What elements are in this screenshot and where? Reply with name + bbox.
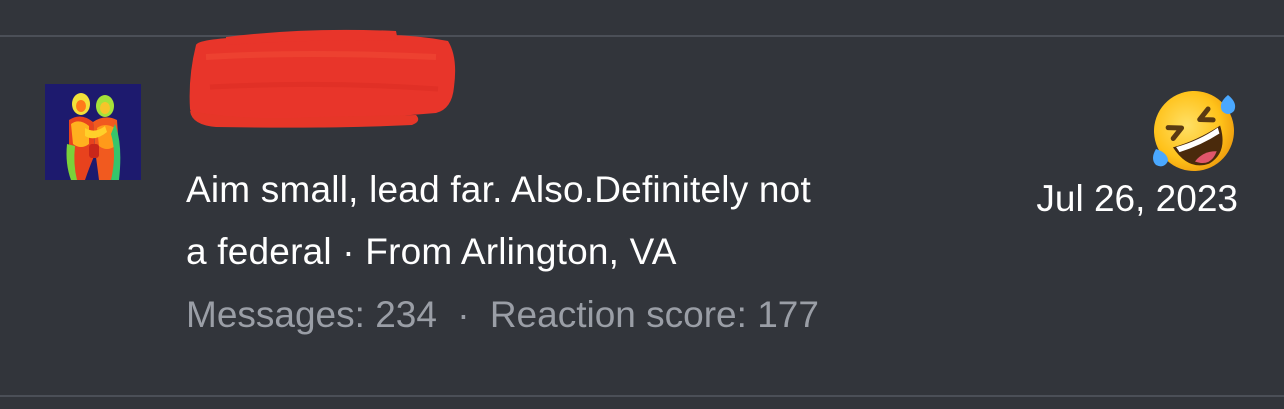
rolling-laughing-emoji-icon[interactable] (1146, 81, 1242, 177)
reaction-score-value: 177 (757, 294, 819, 335)
messages-count: 234 (375, 294, 437, 335)
member-info-row: Aim small, lead far. Also.Definitely not… (0, 29, 1284, 395)
redaction-mark (189, 29, 456, 128)
author-name-redacted[interactable] (186, 17, 458, 137)
reaction-score-label: Reaction score: (489, 294, 747, 335)
messages-label: Messages: (186, 294, 365, 335)
member-stats: Messages: 234 · Reaction score: 177 (186, 287, 819, 343)
avatar[interactable] (45, 84, 141, 180)
bio-line-1: Aim small, lead far. Also.Definitely not (186, 169, 811, 210)
bio-line-2: a federal · From Arlington, VA (186, 231, 677, 272)
post-date[interactable]: Jul 26, 2023 (1036, 171, 1238, 227)
bottom-divider (0, 395, 1284, 397)
stats-separator: · (457, 294, 470, 335)
member-bio: Aim small, lead far. Also.Definitely not… (186, 159, 976, 283)
avatar-image (45, 84, 141, 180)
